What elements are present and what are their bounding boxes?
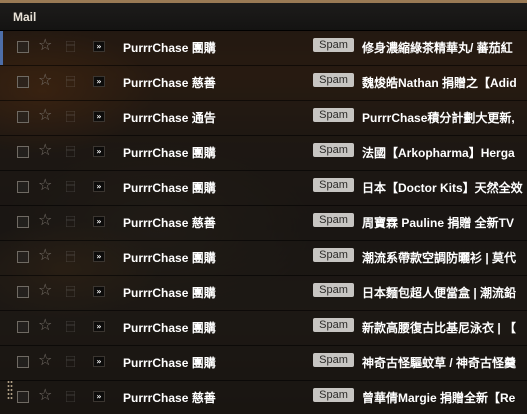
email-row[interactable]: ☆ » PurrrChase 通告 Spam PurrrChase積分計劃大更新… [0,101,527,136]
importance-marker-icon[interactable]: » [93,181,105,192]
email-sender: PurrrChase 團購 [123,321,216,335]
importance-marker-icon[interactable]: » [93,41,105,52]
drag-handle-icon[interactable] [66,286,75,297]
drag-handle-icon[interactable] [66,111,75,122]
importance-marker-icon[interactable]: » [93,251,105,262]
spam-label[interactable]: Spam [313,353,354,367]
mail-header: Mail [0,3,527,31]
spam-label[interactable]: Spam [313,73,354,87]
checkbox-icon[interactable] [17,41,29,53]
checkbox-icon[interactable] [17,321,29,333]
star-icon[interactable]: ☆ [38,352,52,368]
email-row[interactable]: ☆ » PurrrChase 慈善 Spam 魏焌皓Nathan 捐贈之【Adi… [0,66,527,101]
spam-label[interactable]: Spam [313,178,354,192]
email-subject: 法國【Arkopharma】Herga [362,146,515,160]
email-subject: 神奇古怪驅蚊草 / 神奇古怪羹 [362,356,517,370]
importance-marker-icon[interactable]: » [93,321,105,332]
email-list: ☆ » PurrrChase 團購 Spam 修身濃縮綠茶精華丸/ 蕃茄紅 ☆ … [0,31,527,414]
email-row[interactable]: ☆ » PurrrChase 團購 Spam 潮流系帶款空調防曬衫 | 莫代 [0,241,527,276]
spam-label[interactable]: Spam [313,213,354,227]
star-icon[interactable]: ☆ [38,282,52,298]
star-icon[interactable]: ☆ [38,317,52,333]
drag-handle-icon[interactable] [66,146,75,157]
spam-label[interactable]: Spam [313,388,354,402]
email-subject: PurrrChase積分計劃大更新, [362,111,515,125]
drag-handle-icon[interactable] [66,251,75,262]
star-icon[interactable]: ☆ [38,72,52,88]
drag-handle-icon[interactable] [66,216,75,227]
checkbox-icon[interactable] [17,181,29,193]
email-sender: PurrrChase 通告 [123,111,216,125]
spam-label[interactable]: Spam [313,143,354,157]
email-sender: PurrrChase 團購 [123,41,216,55]
mail-title: Mail [13,10,37,24]
checkbox-icon[interactable] [17,391,29,403]
email-subject: 日本麵包超人便當盒 | 潮流鉛 [362,286,517,300]
checkbox-icon[interactable] [17,286,29,298]
checkbox-icon[interactable] [17,216,29,228]
spam-label[interactable]: Spam [313,283,354,297]
email-subject: 曾華倩Margie 捐贈全新【Re [362,391,516,405]
email-row[interactable]: ☆ » PurrrChase 團購 Spam 修身濃縮綠茶精華丸/ 蕃茄紅 [0,31,527,66]
importance-marker-icon[interactable]: » [93,216,105,227]
importance-marker-icon[interactable]: » [93,146,105,157]
email-row[interactable]: ☆ » PurrrChase 團購 Spam 神奇古怪驅蚊草 / 神奇古怪羹 [0,346,527,381]
email-row[interactable]: ☆ » PurrrChase 慈善 Spam 曾華倩Margie 捐贈全新【Re [0,381,527,414]
email-row[interactable]: ☆ » PurrrChase 團購 Spam 新款高腰復古比基尼泳衣 | 【 [0,311,527,346]
email-sender: PurrrChase 團購 [123,181,216,195]
star-icon[interactable]: ☆ [38,177,52,193]
drag-handle-icon[interactable] [66,321,75,332]
resize-grip-icon[interactable] [7,380,13,402]
email-row[interactable]: ☆ » PurrrChase 團購 Spam 日本【Doctor Kits】天然… [0,171,527,206]
star-icon[interactable]: ☆ [38,387,52,403]
email-sender: PurrrChase 慈善 [123,76,216,90]
drag-handle-icon[interactable] [66,391,75,402]
importance-marker-icon[interactable]: » [93,111,105,122]
checkbox-icon[interactable] [17,251,29,263]
star-icon[interactable]: ☆ [38,107,52,123]
email-subject: 魏焌皓Nathan 捐贈之【Adid [362,76,517,90]
email-subject: 新款高腰復古比基尼泳衣 | 【 [362,321,517,335]
spam-label[interactable]: Spam [313,318,354,332]
checkbox-icon[interactable] [17,146,29,158]
star-icon[interactable]: ☆ [38,37,52,53]
email-sender: PurrrChase 團購 [123,146,216,160]
star-icon[interactable]: ☆ [38,142,52,158]
email-sender: PurrrChase 慈善 [123,391,216,405]
email-sender: PurrrChase 團購 [123,286,216,300]
importance-marker-icon[interactable]: » [93,286,105,297]
star-icon[interactable]: ☆ [38,247,52,263]
drag-handle-icon[interactable] [66,41,75,52]
email-subject: 潮流系帶款空調防曬衫 | 莫代 [362,251,517,265]
email-subject: 日本【Doctor Kits】天然全效 [362,181,523,195]
email-row[interactable]: ☆ » PurrrChase 團購 Spam 法國【Arkopharma】Her… [0,136,527,171]
email-row[interactable]: ☆ » PurrrChase 團購 Spam 日本麵包超人便當盒 | 潮流鉛 [0,276,527,311]
importance-marker-icon[interactable]: » [93,356,105,367]
spam-label[interactable]: Spam [313,38,354,52]
email-subject: 周寶霖 Pauline 捐贈 全新TV [362,216,515,230]
email-sender: PurrrChase 慈善 [123,216,216,230]
selected-row-indicator [0,31,3,65]
drag-handle-icon[interactable] [66,356,75,367]
drag-handle-icon[interactable] [66,76,75,87]
checkbox-icon[interactable] [17,111,29,123]
email-subject: 修身濃縮綠茶精華丸/ 蕃茄紅 [362,41,513,55]
importance-marker-icon[interactable]: » [93,76,105,87]
spam-label[interactable]: Spam [313,108,354,122]
importance-marker-icon[interactable]: » [93,391,105,402]
email-row[interactable]: ☆ » PurrrChase 慈善 Spam 周寶霖 Pauline 捐贈 全新… [0,206,527,241]
star-icon[interactable]: ☆ [38,212,52,228]
email-sender: PurrrChase 團購 [123,251,216,265]
checkbox-icon[interactable] [17,356,29,368]
email-sender: PurrrChase 團購 [123,356,216,370]
spam-label[interactable]: Spam [313,248,354,262]
checkbox-icon[interactable] [17,76,29,88]
drag-handle-icon[interactable] [66,181,75,192]
